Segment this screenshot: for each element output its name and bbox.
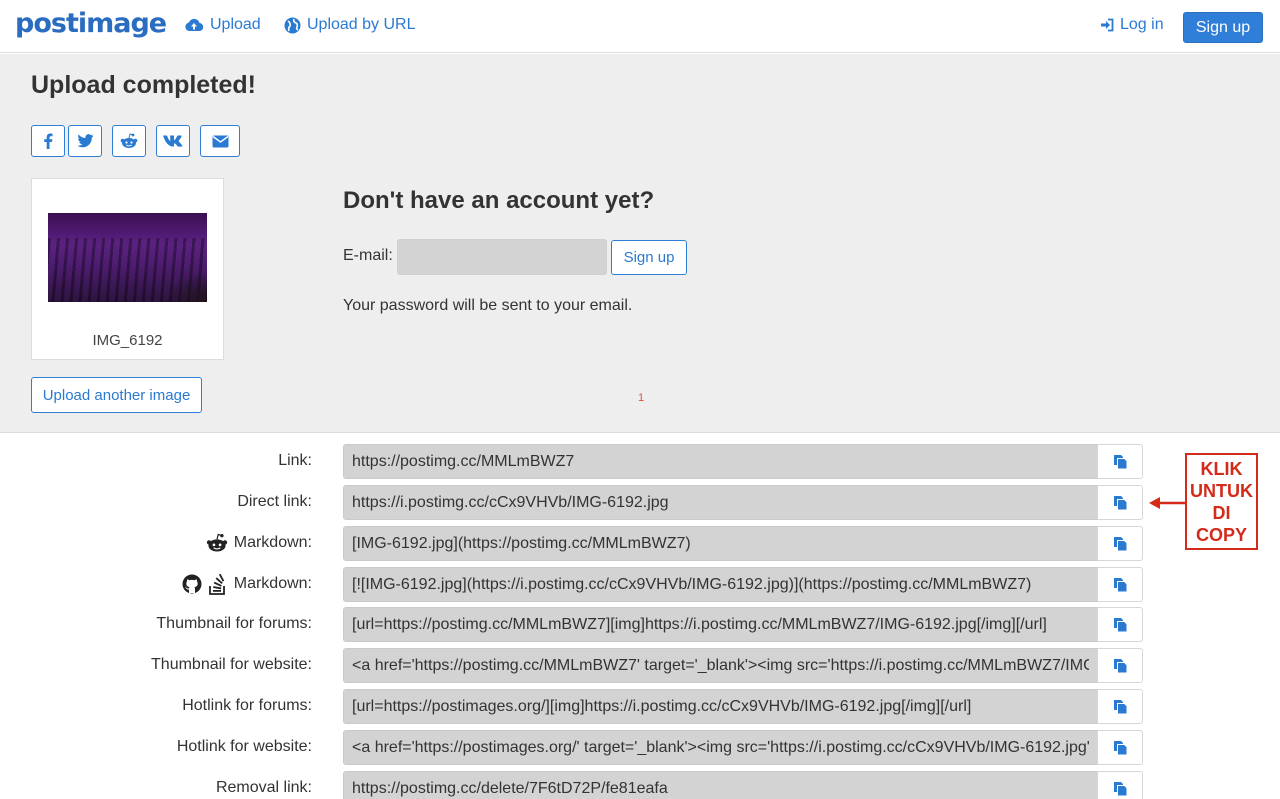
copy-thumbnail-website-button[interactable] [1097, 648, 1143, 683]
copy-icon [1113, 495, 1127, 510]
copy-icon [1113, 454, 1127, 469]
share-facebook-button[interactable] [31, 125, 65, 157]
annotation-arrow-icon [1149, 497, 1185, 509]
direct-link-field[interactable] [343, 485, 1098, 520]
reddit-icon [120, 133, 138, 148]
thumbnail-forums-label-text: Thumbnail for forums: [156, 615, 312, 632]
signup-button[interactable]: Sign up [1183, 12, 1263, 43]
copy-removal-link-button[interactable] [1097, 771, 1143, 799]
login-label: Log in [1120, 16, 1164, 33]
annotation-line: UNTUK [1190, 481, 1253, 501]
upload-result-panel: Upload completed! IMG_6192 Upload anothe… [0, 54, 1280, 433]
reddit-icon [206, 533, 227, 552]
copy-icon [1113, 699, 1127, 714]
postimage-logo[interactable]: postimage [15, 8, 167, 39]
copy-hotlink-forums-button[interactable] [1097, 689, 1143, 724]
thumbnail-forums-field[interactable] [343, 607, 1098, 642]
nav-upload-link[interactable]: Upload [184, 16, 261, 34]
stackoverflow-icon [208, 573, 225, 595]
navbar: postimage Upload Upload by URL Log in Si… [0, 0, 1280, 53]
copy-icon [1113, 617, 1127, 632]
email-label: E-mail: [343, 247, 393, 264]
direct-link-label: Direct link: [237, 493, 312, 511]
page-title: Upload completed! [31, 71, 257, 99]
upload-another-button[interactable]: Upload another image [31, 377, 202, 413]
hotlink-website-field[interactable] [343, 730, 1098, 765]
cloud-upload-icon [185, 18, 204, 32]
hotlink-forums-label-text: Hotlink for forums: [182, 697, 312, 714]
facebook-icon [44, 133, 53, 149]
copy-direct-link-button[interactable] [1097, 485, 1143, 520]
globe-icon [284, 17, 301, 33]
link-field[interactable] [343, 444, 1098, 479]
annotation-line: COPY [1195, 525, 1247, 545]
copy-markdown-reddit-button[interactable] [1097, 526, 1143, 561]
email-field[interactable] [397, 239, 607, 275]
nav-upload-url-label: Upload by URL [307, 16, 416, 33]
link-label: Link: [278, 452, 312, 470]
sign-in-icon [1101, 18, 1114, 32]
uploaded-image-card: IMG_6192 [31, 178, 224, 360]
thumbnail-website-label: Thumbnail for website: [151, 656, 312, 674]
copy-thumbnail-forums-button[interactable] [1097, 607, 1143, 642]
copy-icon [1113, 740, 1127, 755]
hotlink-forums-field[interactable] [343, 689, 1098, 724]
removal-link-label: Removal link: [216, 779, 312, 797]
share-vk-button[interactable] [156, 125, 190, 157]
removal-link-label-text: Removal link: [215, 779, 312, 796]
copy-icon [1113, 536, 1127, 551]
share-email-button[interactable] [200, 125, 240, 157]
login-link[interactable]: Log in [1100, 16, 1164, 34]
account-prompt-title: Don't have an account yet? [343, 187, 655, 214]
markdown-github-label-text: Markdown: [233, 575, 312, 592]
markdown-reddit-field[interactable] [343, 526, 1098, 561]
removal-link-field[interactable] [343, 771, 1098, 799]
copy-annotation: KLIK UNTUK DI COPY [1185, 453, 1258, 550]
nav-upload-url-link[interactable]: Upload by URL [284, 16, 416, 34]
vk-icon [163, 135, 183, 147]
copy-icon [1113, 577, 1127, 592]
share-reddit-button[interactable] [112, 125, 146, 157]
hotlink-website-label-text: Hotlink for website: [176, 738, 312, 755]
hotlink-website-label: Hotlink for website: [177, 738, 312, 756]
thumbnail-forums-label: Thumbnail for forums: [156, 615, 312, 633]
twitter-icon [76, 134, 93, 148]
direct-link-label-text: Direct link: [237, 493, 312, 510]
annotation-line: DI [1212, 503, 1231, 523]
nav-upload-label: Upload [210, 16, 261, 33]
email-icon [212, 135, 228, 147]
copy-hotlink-website-button[interactable] [1097, 730, 1143, 765]
uploaded-image-name: IMG_6192 [92, 332, 163, 349]
thumbnail-website-field[interactable] [343, 648, 1098, 683]
github-icon [182, 574, 202, 594]
link-label-text: Link: [278, 452, 312, 469]
hotlink-forums-label: Hotlink for forums: [182, 697, 312, 715]
copy-icon [1113, 658, 1127, 673]
thumbnail-website-label-text: Thumbnail for website: [151, 656, 312, 673]
copy-markdown-github-button[interactable] [1097, 567, 1143, 602]
password-note: Your password will be sent to your email… [343, 297, 633, 314]
account-signup-button[interactable]: Sign up [611, 240, 687, 275]
markdown-github-label: Markdown: [182, 573, 312, 595]
markdown-reddit-label: Markdown: [206, 533, 312, 553]
uploaded-image-thumbnail[interactable] [48, 213, 207, 302]
markdown-reddit-label-text: Markdown: [233, 534, 312, 551]
copy-link-button[interactable] [1097, 444, 1143, 479]
stray-mark: 1 [638, 392, 645, 404]
annotation-line: KLIK [1200, 459, 1243, 479]
share-twitter-button[interactable] [68, 125, 102, 157]
copy-icon [1113, 781, 1127, 796]
markdown-github-field[interactable] [343, 567, 1098, 602]
